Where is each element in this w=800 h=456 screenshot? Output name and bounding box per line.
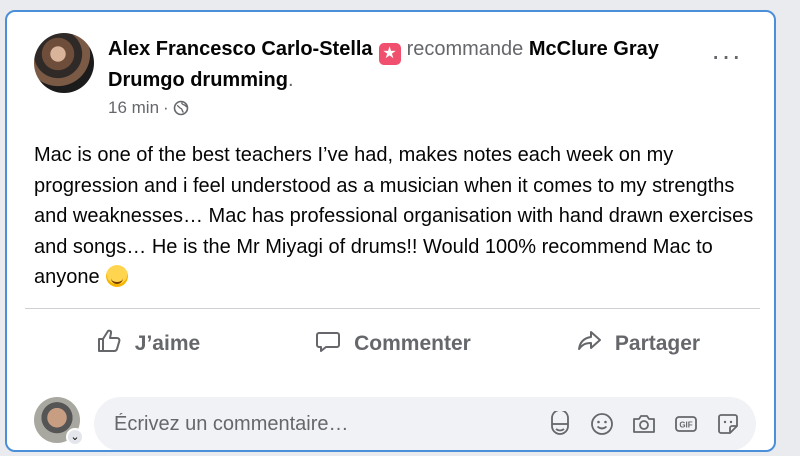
meta-separator: · [163,98,169,117]
smiling-face-emoji-icon [105,265,128,287]
like-label: J’aime [134,332,201,355]
more-options-icon[interactable]: ··· [711,42,741,70]
emoji-icon[interactable] [588,410,616,438]
share-button[interactable]: Partager [515,320,760,368]
avatar-sticker-icon[interactable] [546,410,574,438]
comment-button[interactable]: Commenter [270,320,515,368]
share-arrow-icon [575,327,603,361]
chevron-down-icon[interactable]: ⌄ [66,428,84,446]
comment-tools: GIF [546,410,742,438]
post-actions: J’aime Commenter Partager [25,320,760,368]
comment-box: GIF [94,397,756,450]
camera-icon[interactable] [630,410,658,438]
thumbs-up-icon [95,327,123,361]
like-button[interactable]: J’aime [25,320,270,368]
comment-bubble-icon [314,327,342,361]
post-body: Mac is one of the best teachers I’ve had… [34,144,754,288]
author-avatar[interactable] [34,33,94,93]
sticker-icon[interactable] [714,410,742,438]
svg-text:GIF: GIF [679,421,692,430]
globe-icon[interactable] [173,100,189,116]
comment-composer: ⌄ GIF [34,391,769,450]
comment-input[interactable] [112,411,536,437]
comment-label: Commenter [354,332,471,355]
recommend-icon: ★ [378,43,401,65]
post-time[interactable]: 16 min [108,98,159,118]
share-label: Partager [614,332,701,355]
post-header: Alex Francesco Carlo-Stella ★ recommande M… [108,34,708,96]
post-text: Mac is one of the best teachers I’ve had… [34,140,764,293]
post-card: Alex Francesco Carlo-Stella ★ recommande M… [5,10,776,452]
author-name[interactable]: Alex Francesco Carlo-Stella [108,38,373,60]
gif-icon[interactable]: GIF [672,410,700,438]
recommend-verb: recommande [406,38,524,60]
page-name-period: . [288,69,294,91]
actions-divider [25,308,760,309]
post-meta: 16 min · [108,98,189,118]
